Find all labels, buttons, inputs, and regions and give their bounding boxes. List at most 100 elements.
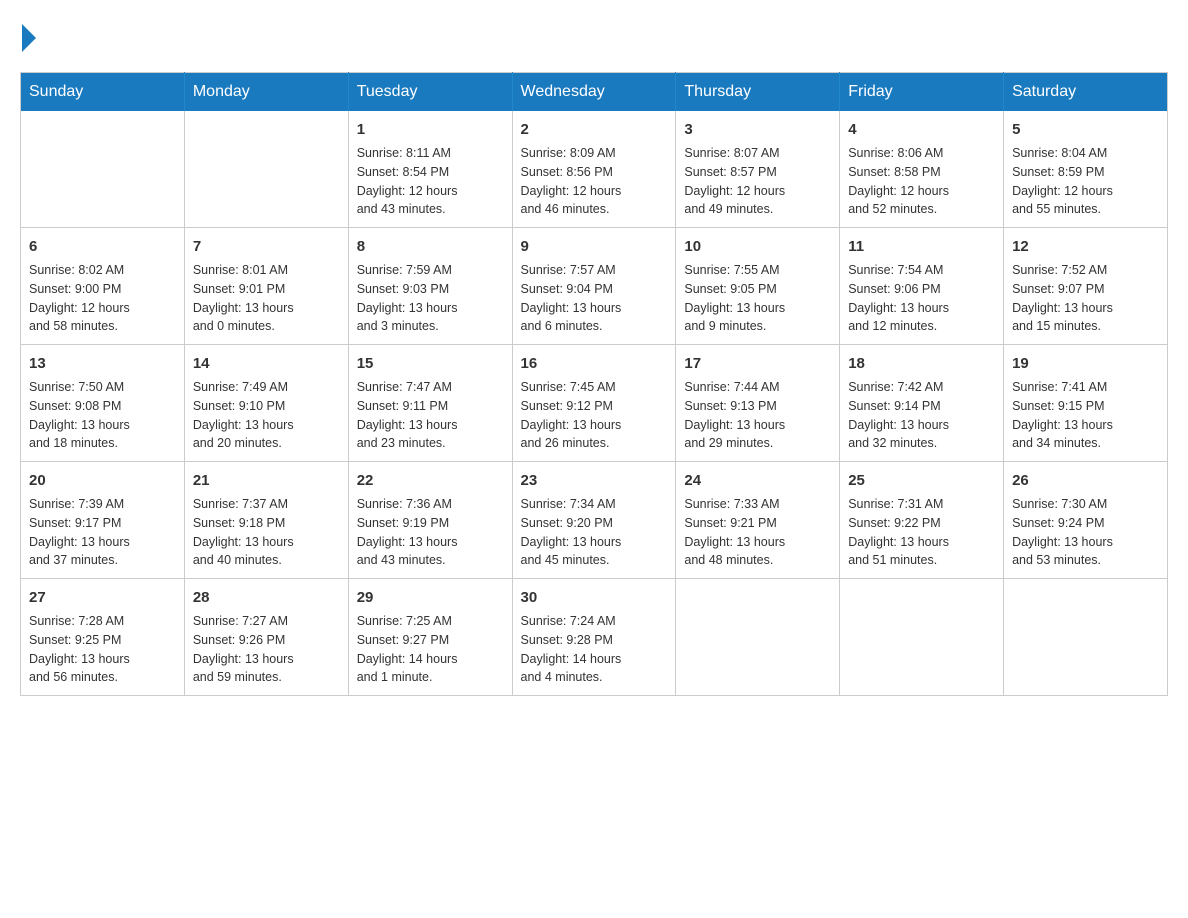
calendar-cell	[840, 579, 1004, 696]
day-info: Sunrise: 7:31 AM Sunset: 9:22 PM Dayligh…	[848, 495, 995, 570]
day-number: 28	[193, 587, 340, 608]
day-info: Sunrise: 7:49 AM Sunset: 9:10 PM Dayligh…	[193, 378, 340, 453]
day-number: 6	[29, 236, 176, 257]
day-number: 27	[29, 587, 176, 608]
calendar-cell: 25Sunrise: 7:31 AM Sunset: 9:22 PM Dayli…	[840, 462, 1004, 579]
calendar-cell: 2 Sunrise: 8:09 AM Sunset: 8:56 PM Daylig…	[512, 111, 676, 228]
day-number: 11	[848, 236, 995, 257]
day-info: Sunrise: 8:07 AM Sunset: 8:57 PM Dayligh…	[684, 144, 831, 219]
weekday-header-monday: Monday	[184, 73, 348, 112]
calendar-cell: 16 Sunrise: 7:45 AM Sunset: 9:12 PM Dayli…	[512, 345, 676, 462]
day-info: Sunrise: 7:47 AM Sunset: 9:11 PM Dayligh…	[357, 378, 504, 453]
weekday-header-sunday: Sunday	[21, 73, 185, 112]
day-info: Sunrise: 7:45 AM Sunset: 9:12 PM Dayligh…	[521, 378, 668, 453]
day-number: 14	[193, 353, 340, 374]
calendar-cell: 13 Sunrise: 7:50 AM Sunset: 9:08 PM Dayli…	[21, 345, 185, 462]
calendar-cell	[184, 111, 348, 228]
day-number: 4	[848, 119, 995, 140]
day-info: Sunrise: 7:33 AM Sunset: 9:21 PM Dayligh…	[684, 495, 831, 570]
day-info: Sunrise: 8:11 AM Sunset: 8:54 PM Dayligh…	[357, 144, 504, 219]
calendar-cell: 4 Sunrise: 8:06 AM Sunset: 8:58 PM Daylig…	[840, 111, 1004, 228]
day-info: Sunrise: 7:52 AM Sunset: 9:07 PM Dayligh…	[1012, 261, 1159, 336]
day-info: Sunrise: 7:24 AM Sunset: 9:28 PM Dayligh…	[521, 612, 668, 687]
weekday-header-tuesday: Tuesday	[348, 73, 512, 112]
day-number: 30	[521, 587, 668, 608]
logo	[20, 20, 36, 52]
calendar-cell: 29 Sunrise: 7:25 AM Sunset: 9:27 PM Dayli…	[348, 579, 512, 696]
calendar-cell	[676, 579, 840, 696]
calendar-cell: 15 Sunrise: 7:47 AM Sunset: 9:11 PM Dayli…	[348, 345, 512, 462]
day-number: 19	[1012, 353, 1159, 374]
calendar-cell: 19 Sunrise: 7:41 AM Sunset: 9:15 PM Dayli…	[1004, 345, 1168, 462]
calendar-cell: 10Sunrise: 7:55 AM Sunset: 9:05 PM Dayli…	[676, 228, 840, 345]
calendar-cell: 14 Sunrise: 7:49 AM Sunset: 9:10 PM Dayli…	[184, 345, 348, 462]
calendar-cell: 8 Sunrise: 7:59 AM Sunset: 9:03 PM Daylig…	[348, 228, 512, 345]
calendar-cell: 20 Sunrise: 7:39 AM Sunset: 9:17 PM Dayli…	[21, 462, 185, 579]
calendar-cell: 28 Sunrise: 7:27 AM Sunset: 9:26 PM Dayli…	[184, 579, 348, 696]
day-info: Sunrise: 8:02 AM Sunset: 9:00 PM Dayligh…	[29, 261, 176, 336]
day-info: Sunrise: 7:44 AM Sunset: 9:13 PM Dayligh…	[684, 378, 831, 453]
day-number: 10	[684, 236, 831, 257]
week-row-0: 1 Sunrise: 8:11 AM Sunset: 8:54 PM Daylig…	[21, 111, 1168, 228]
day-number: 20	[29, 470, 176, 491]
day-number: 12	[1012, 236, 1159, 257]
day-number: 29	[357, 587, 504, 608]
day-info: Sunrise: 7:57 AM Sunset: 9:04 PM Dayligh…	[521, 261, 668, 336]
day-info: Sunrise: 8:01 AM Sunset: 9:01 PM Dayligh…	[193, 261, 340, 336]
week-row-2: 13 Sunrise: 7:50 AM Sunset: 9:08 PM Dayli…	[21, 345, 1168, 462]
weekday-header-saturday: Saturday	[1004, 73, 1168, 112]
day-info: Sunrise: 7:42 AM Sunset: 9:14 PM Dayligh…	[848, 378, 995, 453]
day-info: Sunrise: 7:27 AM Sunset: 9:26 PM Dayligh…	[193, 612, 340, 687]
calendar-cell: 22 Sunrise: 7:36 AM Sunset: 9:19 PM Dayli…	[348, 462, 512, 579]
day-info: Sunrise: 7:28 AM Sunset: 9:25 PM Dayligh…	[29, 612, 176, 687]
calendar-cell: 3 Sunrise: 8:07 AM Sunset: 8:57 PM Daylig…	[676, 111, 840, 228]
day-info: Sunrise: 7:39 AM Sunset: 9:17 PM Dayligh…	[29, 495, 176, 570]
calendar-cell: 9 Sunrise: 7:57 AM Sunset: 9:04 PM Daylig…	[512, 228, 676, 345]
day-info: Sunrise: 7:59 AM Sunset: 9:03 PM Dayligh…	[357, 261, 504, 336]
weekday-header-row: SundayMondayTuesdayWednesdayThursdayFrid…	[21, 73, 1168, 112]
day-number: 2	[521, 119, 668, 140]
day-info: Sunrise: 8:09 AM Sunset: 8:56 PM Dayligh…	[521, 144, 668, 219]
day-number: 22	[357, 470, 504, 491]
day-info: Sunrise: 8:06 AM Sunset: 8:58 PM Dayligh…	[848, 144, 995, 219]
calendar-cell: 11 Sunrise: 7:54 AM Sunset: 9:06 PM Dayli…	[840, 228, 1004, 345]
day-info: Sunrise: 7:25 AM Sunset: 9:27 PM Dayligh…	[357, 612, 504, 687]
day-number: 17	[684, 353, 831, 374]
day-number: 1	[357, 119, 504, 140]
day-number: 26	[1012, 470, 1159, 491]
calendar-cell	[21, 111, 185, 228]
day-number: 21	[193, 470, 340, 491]
weekday-header-thursday: Thursday	[676, 73, 840, 112]
day-number: 9	[521, 236, 668, 257]
calendar-cell: 18 Sunrise: 7:42 AM Sunset: 9:14 PM Dayli…	[840, 345, 1004, 462]
day-number: 5	[1012, 119, 1159, 140]
day-number: 3	[684, 119, 831, 140]
weekday-header-wednesday: Wednesday	[512, 73, 676, 112]
calendar-cell: 17 Sunrise: 7:44 AM Sunset: 9:13 PM Dayli…	[676, 345, 840, 462]
day-number: 18	[848, 353, 995, 374]
day-info: Sunrise: 7:50 AM Sunset: 9:08 PM Dayligh…	[29, 378, 176, 453]
day-number: 16	[521, 353, 668, 374]
day-number: 24	[684, 470, 831, 491]
calendar-cell: 1 Sunrise: 8:11 AM Sunset: 8:54 PM Daylig…	[348, 111, 512, 228]
calendar-cell: 27 Sunrise: 7:28 AM Sunset: 9:25 PM Dayli…	[21, 579, 185, 696]
calendar-cell: 24 Sunrise: 7:33 AM Sunset: 9:21 PM Dayli…	[676, 462, 840, 579]
day-number: 15	[357, 353, 504, 374]
day-info: Sunrise: 7:30 AM Sunset: 9:24 PM Dayligh…	[1012, 495, 1159, 570]
day-info: Sunrise: 8:04 AM Sunset: 8:59 PM Dayligh…	[1012, 144, 1159, 219]
calendar-cell: 12 Sunrise: 7:52 AM Sunset: 9:07 PM Dayli…	[1004, 228, 1168, 345]
day-info: Sunrise: 7:54 AM Sunset: 9:06 PM Dayligh…	[848, 261, 995, 336]
calendar-cell: 21Sunrise: 7:37 AM Sunset: 9:18 PM Dayli…	[184, 462, 348, 579]
day-info: Sunrise: 7:36 AM Sunset: 9:19 PM Dayligh…	[357, 495, 504, 570]
calendar-cell: 26 Sunrise: 7:30 AM Sunset: 9:24 PM Dayli…	[1004, 462, 1168, 579]
weekday-header-friday: Friday	[840, 73, 1004, 112]
day-info: Sunrise: 7:34 AM Sunset: 9:20 PM Dayligh…	[521, 495, 668, 570]
day-number: 13	[29, 353, 176, 374]
calendar-cell	[1004, 579, 1168, 696]
calendar-cell: 30 Sunrise: 7:24 AM Sunset: 9:28 PM Dayli…	[512, 579, 676, 696]
day-number: 8	[357, 236, 504, 257]
day-info: Sunrise: 7:41 AM Sunset: 9:15 PM Dayligh…	[1012, 378, 1159, 453]
calendar-cell: 5 Sunrise: 8:04 AM Sunset: 8:59 PM Daylig…	[1004, 111, 1168, 228]
week-row-3: 20 Sunrise: 7:39 AM Sunset: 9:17 PM Dayli…	[21, 462, 1168, 579]
week-row-1: 6 Sunrise: 8:02 AM Sunset: 9:00 PM Daylig…	[21, 228, 1168, 345]
